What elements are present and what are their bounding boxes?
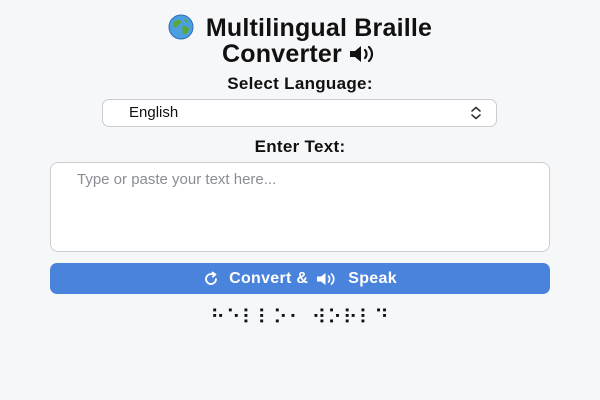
language-selected-value: English [129,104,179,121]
refresh-icon [205,271,217,285]
text-input-label: Enter Text: [254,137,346,156]
title-line-1: Multilingual Braille [0,14,600,41]
page-title: Multilingual Braille Converter [0,14,600,67]
language-label: Select Language: [227,74,373,93]
chevron-up-down-icon [471,106,481,120]
braille-converter-page: Multilingual Braille Converter Select La… [0,0,600,400]
language-select[interactable]: English [102,99,497,127]
convert-label: Convert & [229,269,309,287]
convert-speak-button[interactable]: Convert & Speak [50,263,550,294]
title-text-2: Converter [222,40,342,68]
title-line-2: Converter [0,41,600,67]
speaker-icon [317,272,335,285]
braille-output: ⠓⠑⠇⠇⠕⠂ ⠺⠕⠗⠇⠙ [210,305,390,329]
text-input[interactable] [50,162,550,252]
title-text-1: Multilingual Braille [205,14,433,42]
speak-label: Speak [348,269,397,287]
globe-icon [168,14,194,40]
speaker-icon [349,45,374,63]
